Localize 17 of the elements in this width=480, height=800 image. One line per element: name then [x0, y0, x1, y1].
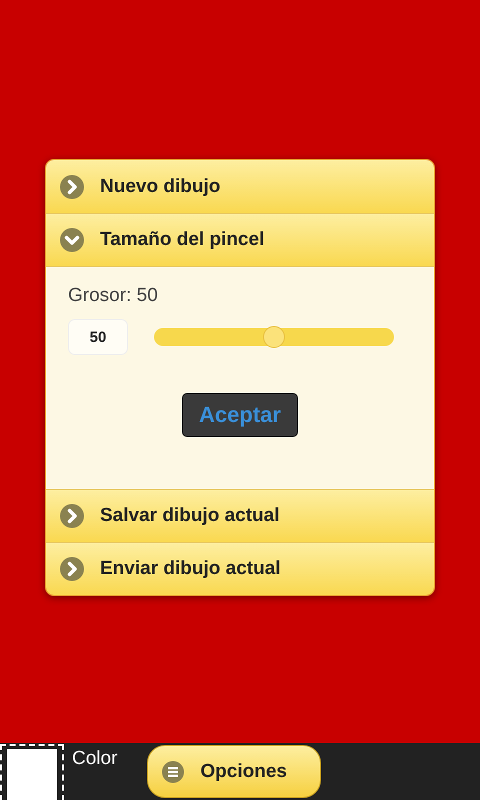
- section-header[interactable]: Enviar dibujo actual: [46, 542, 434, 595]
- color-label: Color: [72, 748, 118, 770]
- color-swatch[interactable]: [0, 744, 64, 800]
- section-header[interactable]: Tamaño del pincel: [46, 213, 434, 266]
- section-header[interactable]: Nuevo dibujo: [46, 160, 434, 213]
- slider-thumb[interactable]: [263, 326, 285, 348]
- section-header[interactable]: Salvar dibujo actual: [46, 489, 434, 542]
- chevron-icon: [60, 557, 84, 581]
- chevron-icon: [60, 174, 84, 198]
- chevron-icon: [60, 504, 84, 528]
- drawing-canvas[interactable]: Nuevo dibujo Tamaño del pincel Grosor: 50 50 Aceptar Salvar dibujo actual Enviar dibujo actual: [0, 0, 480, 743]
- thickness-input[interactable]: 50: [68, 319, 128, 355]
- chevron-icon: [60, 228, 84, 252]
- options-button[interactable]: Opciones: [147, 745, 322, 798]
- menu-icon: [162, 760, 184, 782]
- thickness-label: Grosor: 50: [68, 285, 158, 307]
- slider-track[interactable]: [154, 328, 394, 346]
